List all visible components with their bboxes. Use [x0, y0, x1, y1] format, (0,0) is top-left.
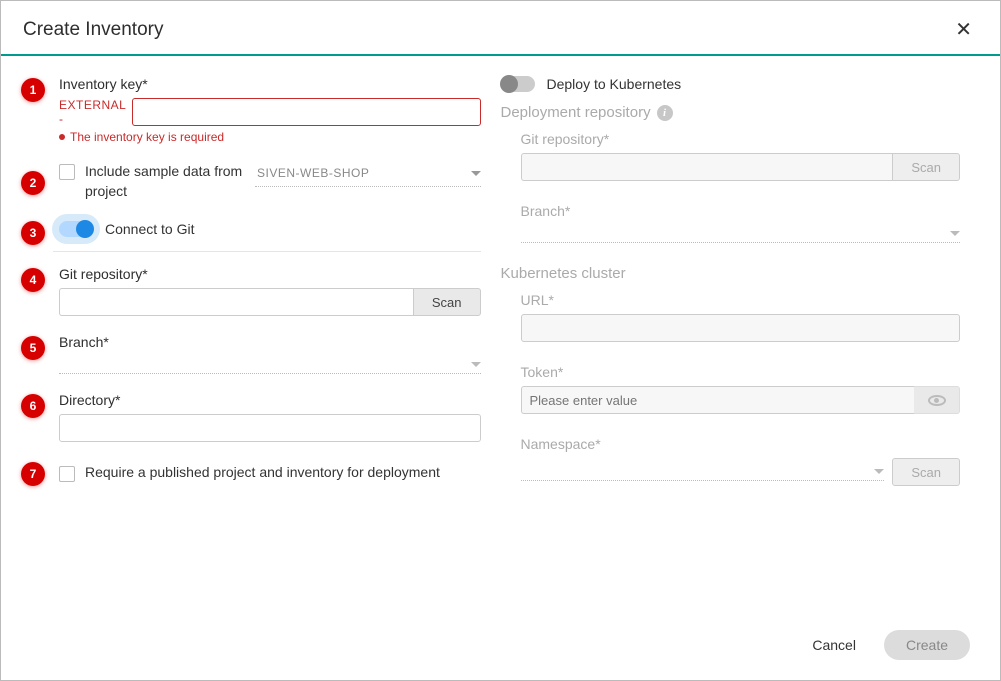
k8s-branch-label: Branch*	[521, 203, 961, 219]
chevron-down-icon	[950, 231, 960, 236]
require-published-checkbox[interactable]	[59, 466, 75, 482]
inventory-key-field: 1 Inventory key* EXTERNAL - The inventor…	[21, 76, 481, 144]
k8s-url-field: URL*	[521, 292, 961, 342]
dialog-footer: Cancel Create	[1, 616, 1000, 680]
step-badge-3: 3	[21, 221, 45, 245]
connect-git-toggle[interactable]	[59, 221, 93, 237]
dialog-header: Create Inventory ✕	[1, 1, 1000, 56]
k8s-git-scan-button: Scan	[892, 153, 960, 181]
k8s-url-label: URL*	[521, 292, 961, 308]
k8s-token-input	[521, 386, 915, 414]
step-badge-5: 5	[21, 336, 45, 360]
reveal-token-button	[914, 386, 960, 414]
directory-label: Directory*	[59, 392, 481, 408]
include-sample-field: 2 Include sample data from project SIVEN…	[59, 162, 481, 201]
eye-icon	[928, 395, 946, 406]
k8s-namespace-field: Namespace* Scan	[521, 436, 961, 486]
k8s-namespace-select	[521, 463, 885, 481]
inventory-key-input[interactable]	[132, 98, 481, 126]
directory-input[interactable]	[59, 414, 481, 442]
directory-field: 6 Directory*	[59, 392, 481, 442]
connect-git-field: 3 Connect to Git	[21, 219, 481, 245]
branch-label: Branch*	[59, 334, 481, 350]
k8s-url-input	[521, 314, 961, 342]
branch-field: 5 Branch*	[59, 334, 481, 374]
k8s-namespace-label: Namespace*	[521, 436, 961, 452]
dialog-title: Create Inventory	[23, 19, 163, 41]
k8s-git-repo-field: Git repository* Scan	[521, 131, 961, 181]
connect-git-label: Connect to Git	[105, 221, 195, 237]
include-sample-label: Include sample data from project	[85, 162, 245, 201]
deployment-repo-title: Deployment repository i	[501, 104, 961, 121]
step-badge-2: 2	[21, 171, 45, 195]
require-published-field: 7 Require a published project and invent…	[59, 460, 481, 486]
dialog-body: 1 Inventory key* EXTERNAL - The inventor…	[1, 56, 1000, 616]
k8s-branch-select	[521, 225, 961, 243]
sample-project-value: SIVEN-WEB-SHOP	[257, 166, 369, 180]
deploy-k8s-toggle[interactable]	[501, 76, 535, 92]
divider	[53, 251, 481, 252]
include-sample-checkbox[interactable]	[59, 164, 75, 180]
branch-select[interactable]	[59, 356, 481, 374]
git-repo-field: 4 Git repository* Scan	[59, 266, 481, 316]
k8s-token-label: Token*	[521, 364, 961, 380]
k8s-namespace-scan-button: Scan	[892, 458, 960, 486]
inventory-key-label: Inventory key*	[59, 76, 481, 92]
step-badge-6: 6	[21, 394, 45, 418]
sample-project-select[interactable]: SIVEN-WEB-SHOP	[255, 162, 481, 187]
git-repo-input[interactable]	[59, 288, 413, 316]
chevron-down-icon	[874, 469, 884, 474]
inventory-key-prefix: EXTERNAL -	[59, 98, 126, 126]
git-repo-scan-button[interactable]: Scan	[413, 288, 481, 316]
k8s-branch-field: Branch*	[521, 203, 961, 243]
error-dot-icon	[59, 134, 65, 140]
left-column: 1 Inventory key* EXTERNAL - The inventor…	[11, 76, 491, 606]
step-badge-7: 7	[21, 462, 45, 486]
git-repo-label: Git repository*	[59, 266, 481, 282]
inventory-key-error-text: The inventory key is required	[70, 130, 224, 144]
close-icon[interactable]: ✕	[949, 13, 978, 46]
k8s-token-field: Token*	[521, 364, 961, 414]
deploy-k8s-label: Deploy to Kubernetes	[547, 76, 682, 92]
create-button[interactable]: Create	[884, 630, 970, 660]
right-column: Deploy to Kubernetes Deployment reposito…	[491, 76, 971, 606]
require-published-label: Require a published project and inventor…	[85, 464, 440, 480]
deploy-k8s-field: Deploy to Kubernetes	[501, 76, 961, 92]
k8s-git-repo-label: Git repository*	[521, 131, 961, 147]
cancel-button[interactable]: Cancel	[802, 631, 866, 659]
info-icon[interactable]: i	[657, 105, 673, 121]
chevron-down-icon	[471, 171, 481, 176]
step-badge-4: 4	[21, 268, 45, 292]
k8s-git-repo-input	[521, 153, 893, 181]
inventory-key-error: The inventory key is required	[59, 130, 481, 144]
step-badge-1: 1	[21, 78, 45, 102]
k8s-cluster-title: Kubernetes cluster	[501, 265, 961, 282]
chevron-down-icon	[471, 362, 481, 367]
create-inventory-dialog: Create Inventory ✕ 1 Inventory key* EXTE…	[0, 0, 1001, 681]
